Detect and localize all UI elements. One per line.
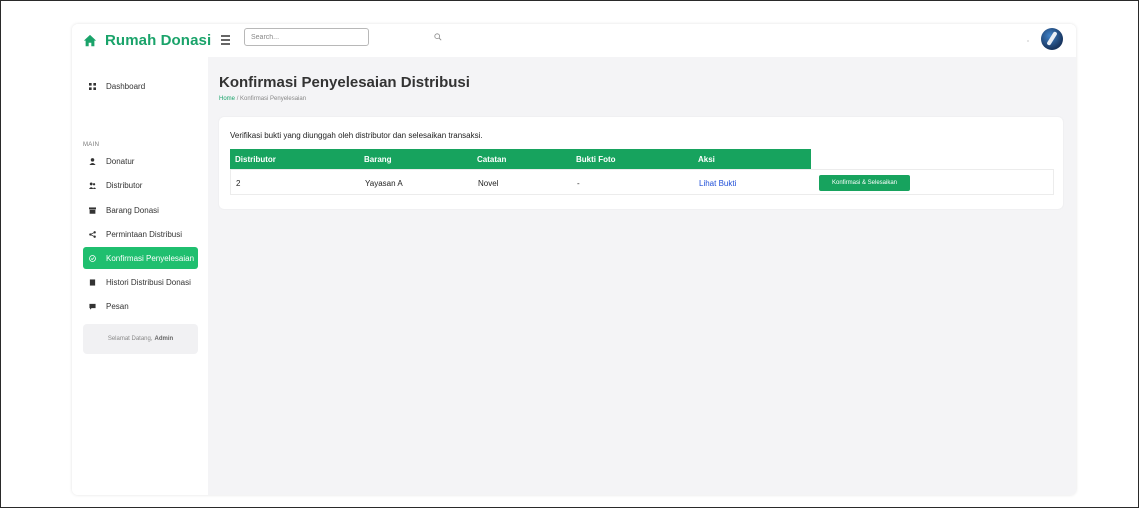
sidebar-item-label: Dashboard <box>106 81 146 91</box>
table-header-aksi: Aksi <box>693 149 811 169</box>
view-proof-link[interactable]: Lihat Bukti <box>694 170 812 196</box>
welcome-text: Selamat Datang, <box>107 336 153 342</box>
cell-catatan: Novel <box>478 178 499 188</box>
user-icon <box>89 157 96 165</box>
sidebar-section-label: MAIN <box>83 142 100 148</box>
breadcrumb-home-link[interactable]: Home <box>219 96 235 102</box>
welcome-username: Admin <box>154 336 174 342</box>
share-icon <box>89 230 96 238</box>
sidebar-item-permintaan-distribusi[interactable]: Permintaan Distribusi <box>83 223 198 245</box>
sidebar-item-konfirmasi-penyelesaian[interactable]: Konfirmasi Penyelesaian <box>83 247 198 269</box>
search-input[interactable] <box>244 28 369 46</box>
sidebar-item-pesan[interactable]: Pesan <box>83 295 198 317</box>
sidebar-item-donatur[interactable]: Donatur <box>83 150 198 172</box>
user-avatar[interactable] <box>1041 28 1063 50</box>
brand-logo[interactable]: Rumah Donasi <box>83 32 211 49</box>
sidebar-item-histori-distribusi[interactable]: Histori Distribusi Donasi <box>83 271 198 293</box>
sidebar-item-label: Barang Donasi <box>106 205 159 215</box>
check-circle-icon <box>89 254 96 262</box>
confirmation-card: Verifikasi bukti yang diunggah oleh dist… <box>219 117 1063 209</box>
box-icon <box>89 206 96 214</box>
welcome-panel: Selamat Datang, Admin <box>83 324 198 354</box>
divider-dot <box>1027 40 1029 42</box>
sidebar-item-dashboard[interactable]: Dashboard <box>83 75 198 97</box>
home-icon <box>83 34 97 46</box>
cell-barang: Yayasan A <box>365 178 403 188</box>
cell-distributor: 2 <box>236 178 241 188</box>
sidebar-item-label: Permintaan Distribusi <box>106 229 183 239</box>
breadcrumb: Home / Konfirmasi Penyelesaian <box>219 96 306 102</box>
app-window: Rumah Donasi Dashboard MAIN Donatur <box>72 24 1076 495</box>
table-header-bukti-foto: Bukti Foto <box>571 149 693 169</box>
sidebar-item-label: Distributor <box>106 180 143 190</box>
users-icon <box>89 182 96 189</box>
search-icon[interactable] <box>434 33 442 41</box>
top-navbar: Rumah Donasi <box>72 24 1076 57</box>
sidebar-item-barang-donasi[interactable]: Barang Donasi <box>83 199 198 221</box>
message-icon <box>89 303 96 310</box>
table-header-distributor: Distributor <box>230 149 359 169</box>
page-title: Konfirmasi Penyelesaian Distribusi <box>219 74 470 91</box>
book-icon <box>89 278 96 286</box>
hamburger-icon <box>221 35 230 37</box>
breadcrumb-separator: / <box>236 96 239 102</box>
sidebar-item-label: Histori Distribusi Donasi <box>106 277 191 287</box>
sidebar-item-distributor[interactable]: Distributor <box>83 174 198 196</box>
breadcrumb-current: Konfirmasi Penyelesaian <box>240 96 307 102</box>
confirm-complete-button[interactable]: Konfirmasi & Selesaikan <box>819 175 910 191</box>
sidebar-item-label: Donatur <box>106 156 135 166</box>
grid-icon <box>89 82 96 90</box>
sidebar-item-label: Pesan <box>106 301 129 311</box>
table-header-catatan: Catatan <box>472 149 571 169</box>
table-row: 2 Yayasan A Novel - Lihat Bukti Konfirma… <box>230 169 1054 195</box>
brand-name: Rumah Donasi <box>105 32 212 49</box>
menu-toggle-button[interactable] <box>221 35 230 45</box>
card-description: Verifikasi bukti yang diunggah oleh dist… <box>230 131 483 140</box>
main-content: Konfirmasi Penyelesaian Distribusi Home … <box>208 57 1076 495</box>
sidebar: Dashboard MAIN Donatur Distributor Baran… <box>72 57 208 495</box>
screen-frame: Rumah Donasi Dashboard MAIN Donatur <box>0 0 1139 508</box>
table-header-barang: Barang <box>359 149 472 169</box>
sidebar-item-label: Konfirmasi Penyelesaian <box>106 253 195 263</box>
cell-bukti-foto: - <box>577 178 580 188</box>
